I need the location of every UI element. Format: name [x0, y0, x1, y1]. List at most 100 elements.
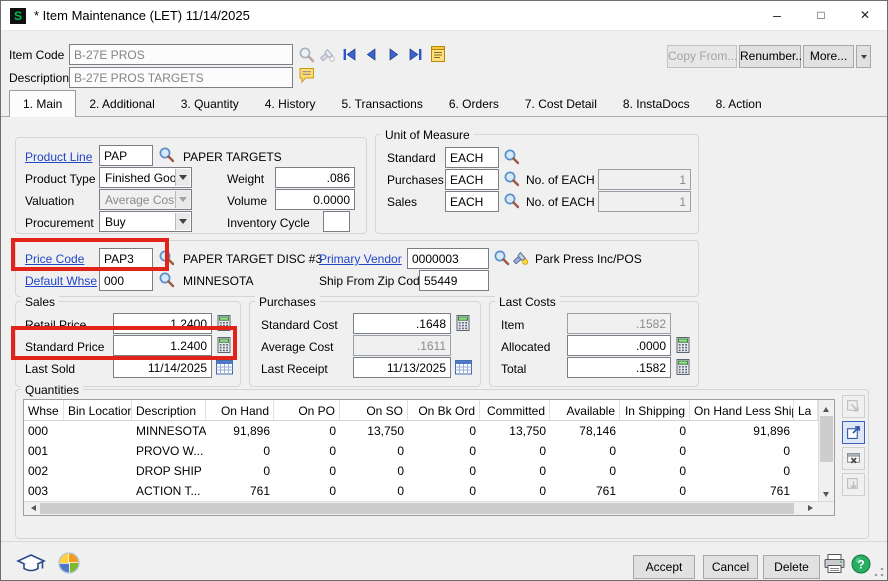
minimize-button[interactable]: – — [755, 1, 799, 31]
valuation-dropdown: Average Cost — [99, 189, 192, 210]
ship-from-zip-input[interactable]: 55449 — [419, 270, 489, 291]
primary-vendor-link[interactable]: Primary Vendor — [319, 252, 402, 266]
default-whse-lookup-icon[interactable] — [158, 271, 175, 288]
product-line-lookup-icon[interactable] — [158, 146, 175, 163]
tab-main[interactable]: 1. Main — [9, 90, 76, 117]
last-cost-total-input[interactable]: .1582 — [567, 357, 671, 378]
procurement-dropdown[interactable]: Buy — [99, 211, 192, 232]
more-button[interactable]: More... — [803, 45, 854, 68]
grid-column-header[interactable]: In Shipping — [620, 400, 690, 420]
product-type-dropdown[interactable]: Finished Good — [99, 167, 192, 188]
renumber-button[interactable]: Renumber... — [739, 45, 801, 68]
grid-column-header[interactable]: Description — [132, 400, 206, 420]
vertical-scrollbar[interactable] — [818, 400, 834, 501]
price-code-link[interactable]: Price Code — [25, 252, 84, 266]
allocated-calculator-icon[interactable] — [674, 336, 692, 354]
tab-action[interactable]: 8. Action — [703, 91, 775, 116]
flashlight-icon[interactable] — [319, 46, 336, 63]
uom-sales-lookup-icon[interactable] — [503, 192, 520, 209]
tab-instadocs[interactable]: 8. InstaDocs — [610, 91, 703, 116]
scroll-down-button[interactable] — [819, 487, 834, 501]
more-dropdown-button[interactable] — [856, 45, 871, 68]
first-record-icon[interactable] — [341, 46, 358, 63]
standard-price-calculator-icon[interactable] — [215, 336, 233, 354]
tab-additional[interactable]: 2. Additional — [76, 91, 167, 116]
last-cost-allocated-input[interactable]: .0000 — [567, 335, 671, 356]
grid-row[interactable]: 002DROP SHIP00000000 — [24, 461, 834, 481]
weight-input[interactable]: .086 — [275, 167, 355, 188]
last-record-icon[interactable] — [407, 46, 424, 63]
tab-quantity[interactable]: 3. Quantity — [168, 91, 252, 116]
last-sold-calendar-icon[interactable] — [215, 358, 234, 376]
tab-transactions[interactable]: 5. Transactions — [328, 91, 435, 116]
tab-orders[interactable]: 6. Orders — [436, 91, 512, 116]
price-code-input[interactable]: PAP3 — [99, 248, 153, 269]
memo-icon[interactable] — [429, 45, 447, 63]
inventory-cycle-input[interactable] — [323, 211, 350, 232]
last-sold-input[interactable]: 11/14/2025 — [113, 357, 212, 378]
primary-vendor-input[interactable]: 0000003 — [407, 248, 489, 269]
maximize-button[interactable]: □ — [799, 1, 843, 31]
grid-column-header[interactable]: Bin Location — [64, 400, 132, 420]
search-icon[interactable] — [298, 46, 315, 63]
grid-column-header[interactable]: Whse — [24, 400, 64, 420]
grid-column-header[interactable]: Committed — [480, 400, 550, 420]
default-whse-input[interactable]: 000 — [99, 270, 153, 291]
printer-icon[interactable] — [823, 553, 846, 575]
previous-record-icon[interactable] — [363, 46, 380, 63]
delete-button[interactable]: Delete — [763, 555, 820, 579]
grid-column-header[interactable]: La — [794, 400, 818, 420]
scroll-up-button[interactable] — [819, 400, 834, 414]
vendor-flashlight-icon[interactable] — [512, 249, 529, 266]
text-bubble-icon[interactable] — [298, 67, 316, 84]
retail-price-calculator-icon[interactable] — [215, 314, 233, 332]
description-input[interactable]: B-27E PROS TARGETS — [69, 67, 293, 88]
cancel-button[interactable]: Cancel — [703, 555, 758, 579]
uom-standard-input[interactable]: EACH — [445, 147, 499, 168]
graduation-cap-icon[interactable] — [16, 553, 46, 575]
next-record-icon[interactable] — [385, 46, 402, 63]
colorful-pie-icon[interactable] — [58, 552, 80, 574]
tab-history[interactable]: 4. History — [252, 91, 329, 116]
horizontal-scroll-thumb[interactable] — [40, 503, 794, 514]
grid-expand-button[interactable] — [842, 421, 865, 444]
grid-row[interactable]: 003ACTION T...76100007610761 — [24, 481, 834, 501]
standard-price-input[interactable]: 1.2400 — [113, 335, 212, 356]
standard-cost-calculator-icon[interactable] — [454, 314, 472, 332]
product-line-link[interactable]: Product Line — [25, 150, 92, 164]
uom-standard-lookup-icon[interactable] — [503, 148, 520, 165]
last-receipt-calendar-icon[interactable] — [454, 358, 473, 376]
tab-cost-detail[interactable]: 7. Cost Detail — [512, 91, 610, 116]
product-line-input[interactable]: PAP — [99, 145, 153, 166]
scroll-left-button[interactable] — [24, 502, 39, 515]
grid-column-header[interactable]: On Hand — [206, 400, 274, 420]
grid-column-header[interactable]: On SO — [340, 400, 408, 420]
accept-button[interactable]: Accept — [633, 555, 695, 579]
retail-price-input[interactable]: 1.2400 — [113, 313, 212, 334]
standard-cost-input[interactable]: .1648 — [353, 313, 451, 334]
grid-column-header[interactable]: On PO — [274, 400, 340, 420]
total-calculator-icon[interactable] — [674, 358, 692, 376]
uom-purchases-lookup-icon[interactable] — [503, 170, 520, 187]
grid-column-header[interactable]: On Hand Less Ship — [690, 400, 794, 420]
primary-vendor-lookup-icon[interactable] — [493, 249, 510, 266]
product-type-label: Product Type — [25, 172, 96, 186]
price-code-lookup-icon[interactable] — [158, 249, 175, 266]
horizontal-scrollbar[interactable] — [24, 501, 834, 515]
help-icon[interactable]: ? — [851, 554, 871, 574]
resize-grip[interactable] — [874, 567, 884, 577]
uom-sales-input[interactable]: EACH — [445, 191, 499, 212]
grid-row[interactable]: 000MINNESOTA91,896013,750013,75078,14609… — [24, 421, 834, 441]
grid-column-header[interactable]: Available — [550, 400, 620, 420]
grid-clear-button[interactable] — [842, 447, 865, 470]
grid-column-header[interactable]: On Bk Ord — [408, 400, 480, 420]
close-button[interactable]: ✕ — [843, 1, 887, 31]
volume-input[interactable]: 0.0000 — [275, 189, 355, 210]
uom-purchases-input[interactable]: EACH — [445, 169, 499, 190]
scroll-right-button[interactable] — [803, 502, 818, 515]
item-code-input[interactable]: B-27E PROS — [69, 44, 293, 65]
default-whse-link[interactable]: Default Whse — [25, 274, 97, 288]
vertical-scroll-thumb[interactable] — [820, 416, 833, 462]
last-receipt-input[interactable]: 11/13/2025 — [353, 357, 451, 378]
grid-row[interactable]: 001PROVO W...00000000 — [24, 441, 834, 461]
